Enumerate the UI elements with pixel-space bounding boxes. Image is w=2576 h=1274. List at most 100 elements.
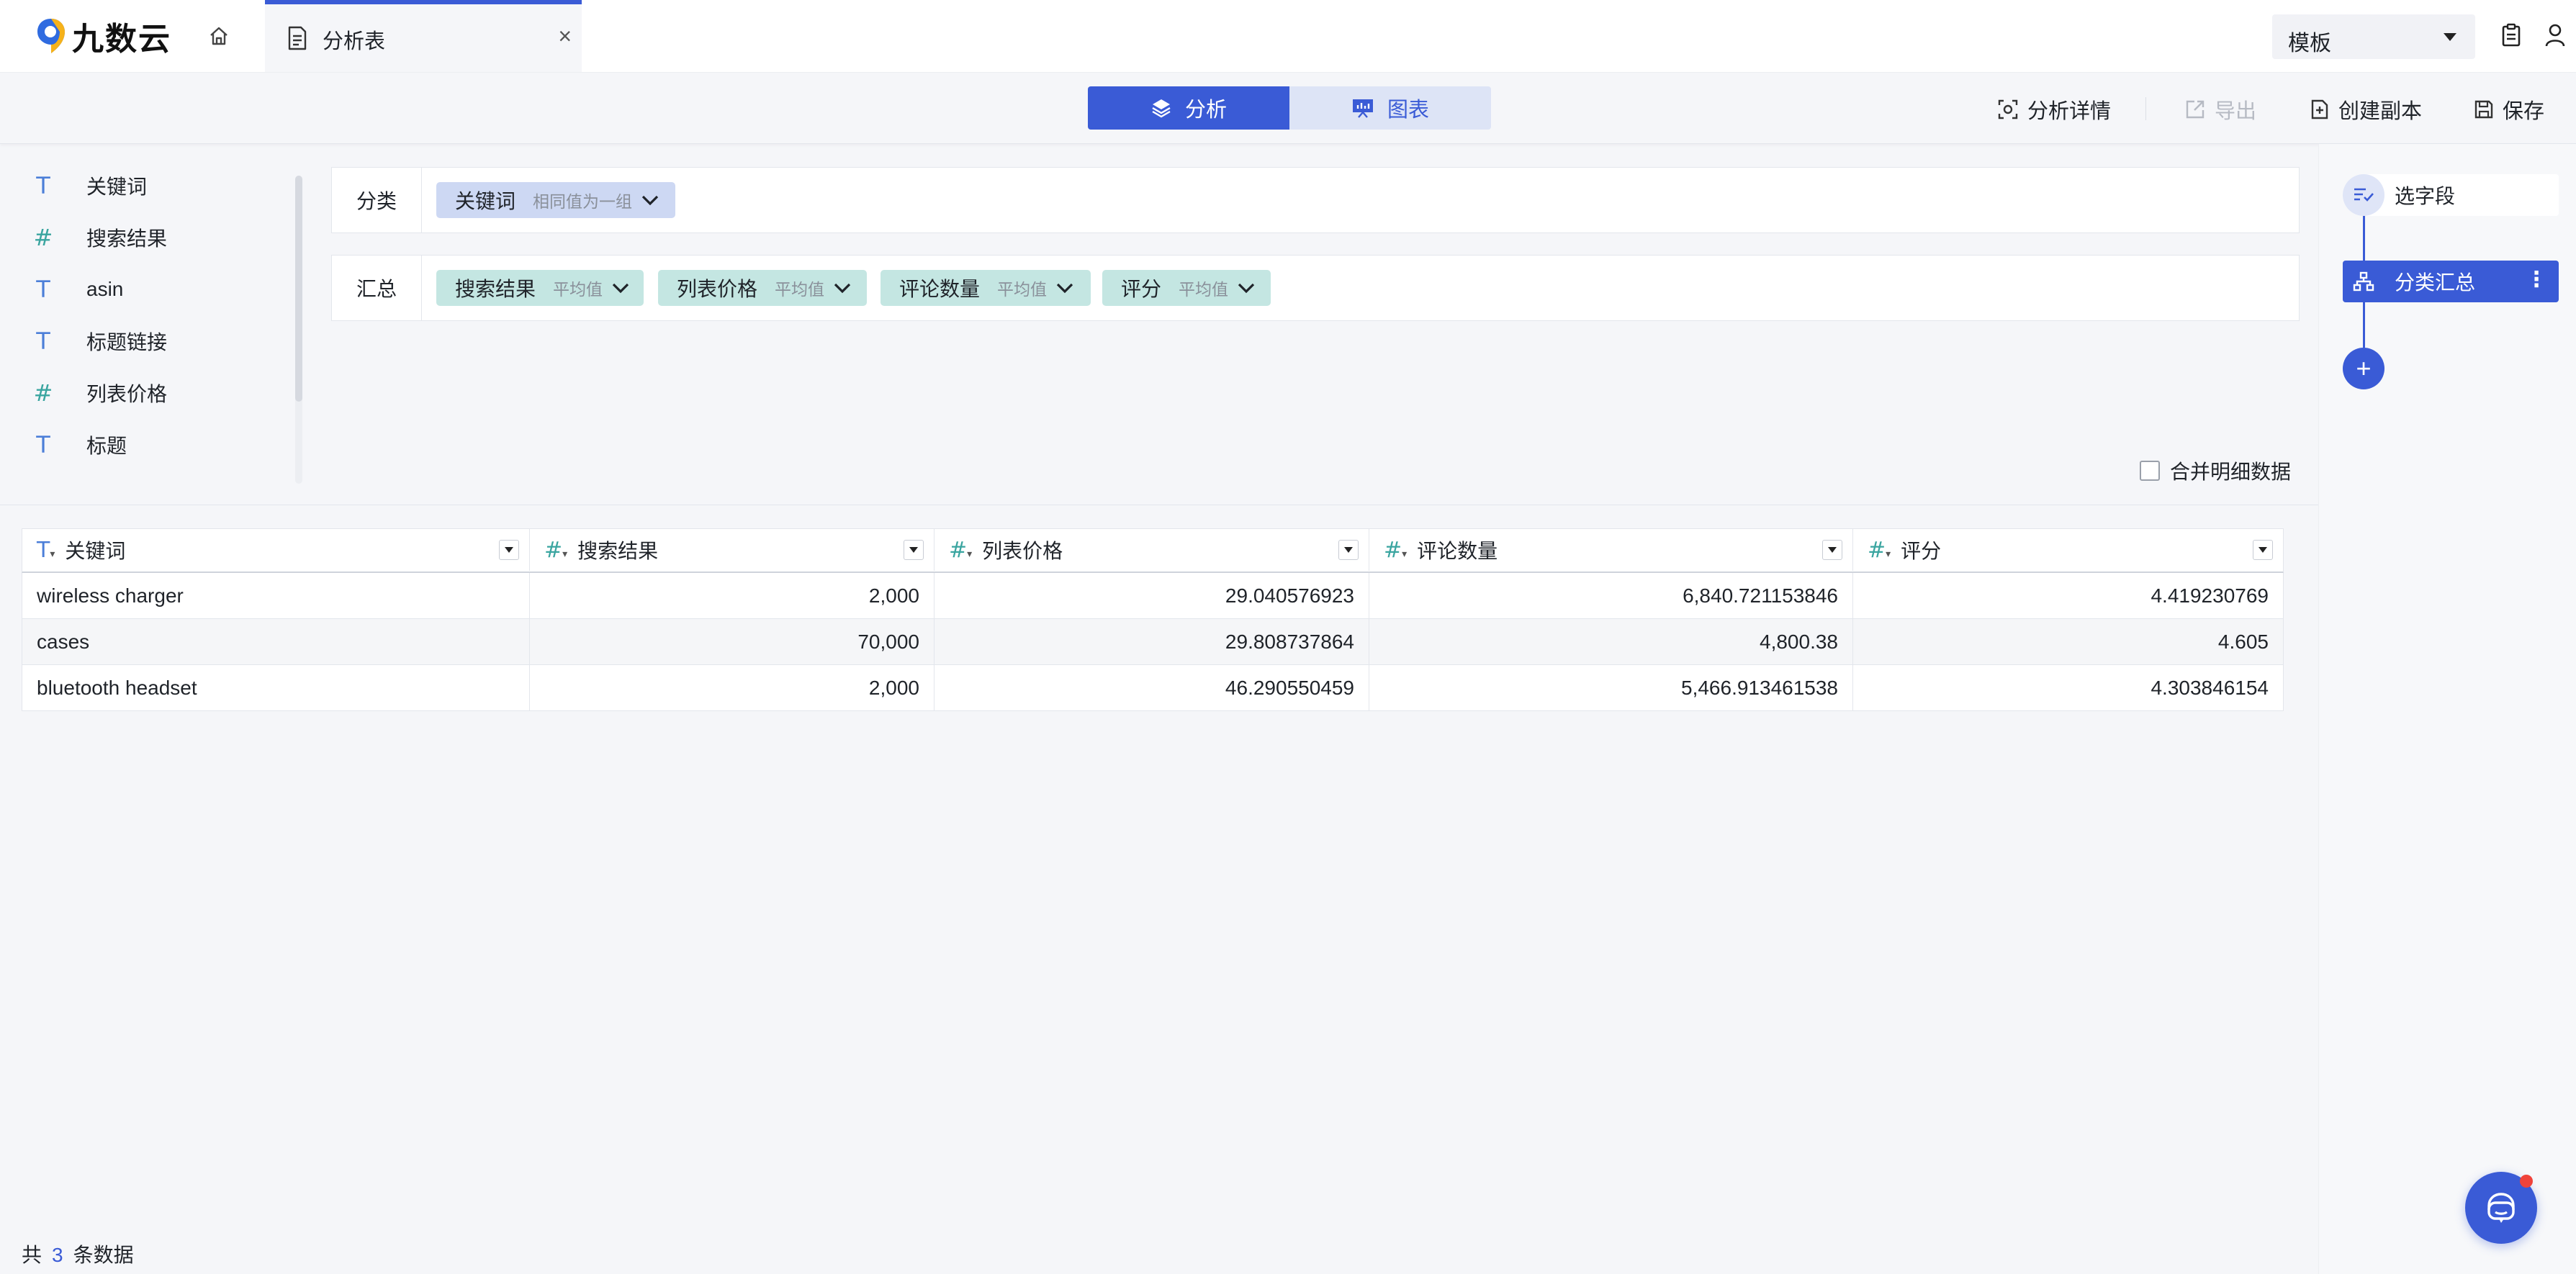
chip-aggregation: 相同值为一组	[533, 192, 633, 211]
chip-aggregation: 平均值	[553, 280, 603, 299]
clipboard-icon[interactable]	[2501, 23, 2521, 48]
table-cell: 2,000	[530, 573, 935, 618]
text-type-icon: T▾	[37, 537, 55, 563]
select-fields-icon	[2343, 174, 2384, 216]
field-name: 标题	[86, 435, 127, 457]
table-cell: 4,800.38	[1369, 619, 1853, 664]
more-vertical-icon[interactable]: ⋮	[2526, 269, 2547, 291]
summary-chip-rating[interactable]: 评分 平均值	[1102, 270, 1271, 306]
table-cell: 2,000	[530, 665, 935, 710]
summary-chip-list-price[interactable]: 列表价格 平均值	[658, 270, 867, 306]
field-list-scrollbar[interactable]	[295, 176, 302, 484]
number-type-icon: #	[33, 379, 53, 407]
field-item[interactable]: T 关键词	[22, 160, 288, 212]
table-row[interactable]: cases 70,000 29.808737864 4,800.38 4.605	[22, 619, 2284, 665]
table-row[interactable]: bluetooth headset 2,000 46.290550459 5,4…	[22, 665, 2284, 711]
pipeline-connector	[2363, 216, 2365, 261]
save-label: 保存	[2503, 100, 2545, 123]
analysis-mode-button[interactable]: 分析	[1088, 86, 1289, 130]
column-header[interactable]: #▾ 搜索结果	[530, 529, 935, 571]
create-copy-label: 创建副本	[2338, 100, 2423, 123]
field-name: asin	[86, 278, 124, 300]
table-cell: 29.040576923	[935, 573, 1369, 618]
text-type-icon: T	[36, 327, 50, 355]
create-copy-button[interactable]: 创建副本	[2310, 94, 2422, 125]
text-type-icon: T	[36, 431, 50, 458]
field-item[interactable]: T 标题链接	[22, 315, 288, 367]
chevron-down-icon[interactable]	[1055, 282, 1074, 294]
add-step-button[interactable]: +	[2343, 348, 2384, 389]
field-name: 关键词	[86, 176, 148, 198]
category-row[interactable]: 分类 关键词 相同值为一组	[331, 167, 2300, 233]
number-type-icon: #▾	[949, 537, 973, 563]
chevron-down-icon[interactable]	[611, 282, 630, 294]
field-item[interactable]: T 标题	[22, 419, 288, 471]
scan-icon	[1998, 99, 2018, 119]
summary-chip-review-count[interactable]: 评论数量 平均值	[881, 270, 1091, 306]
checkbox[interactable]	[2140, 461, 2160, 481]
column-header[interactable]: #▾ 评论数量	[1369, 529, 1853, 571]
column-menu-button[interactable]	[2253, 540, 2273, 560]
number-type-icon: #▾	[544, 537, 568, 563]
column-header[interactable]: #▾ 列表价格	[935, 529, 1369, 571]
mode-switch: 分析 图表	[1088, 86, 1491, 130]
step-label: 分类汇总	[2395, 271, 2476, 294]
merge-detail-checkbox[interactable]: 合并明细数据	[2140, 456, 2291, 485]
pipeline-panel	[2318, 144, 2576, 1274]
summary-chip-search-results[interactable]: 搜索结果 平均值	[436, 270, 644, 306]
chart-mode-button[interactable]: 图表	[1289, 86, 1491, 130]
field-item[interactable]: # 列表价格	[22, 367, 288, 419]
column-header[interactable]: T▾ 关键词	[22, 529, 530, 571]
text-type-icon: T	[36, 276, 50, 303]
category-chip-keyword[interactable]: 关键词 相同值为一组	[436, 182, 675, 218]
row-count-value: 3	[52, 1244, 63, 1266]
scrollbar-thumb[interactable]	[295, 176, 302, 402]
layers-icon	[1152, 99, 1171, 118]
template-dropdown[interactable]: 模板	[2272, 14, 2475, 59]
chevron-down-icon[interactable]	[641, 194, 659, 206]
table-cell: 70,000	[530, 619, 935, 664]
pipeline-step-group-summary[interactable]: 分类汇总 ⋮	[2343, 261, 2559, 302]
column-menu-button[interactable]	[904, 540, 924, 560]
notification-dot	[2520, 1175, 2533, 1188]
column-label: 评论数量	[1417, 540, 1498, 562]
toolbar-divider	[2145, 97, 2146, 120]
tab-close-button[interactable]: ×	[558, 23, 572, 50]
support-chat-button[interactable]	[2465, 1172, 2537, 1244]
chevron-down-icon[interactable]	[1237, 282, 1256, 294]
tab-analysis-sheet[interactable]: 分析表 ×	[265, 0, 582, 72]
analysis-details-button[interactable]: 分析详情	[1997, 94, 2111, 125]
column-menu-button[interactable]	[499, 540, 519, 560]
summary-row[interactable]: 汇总 搜索结果 平均值 列表价格 平均值 评论数量 平均值 评分 平均值	[331, 255, 2300, 321]
export-button[interactable]: 导出	[2184, 94, 2256, 125]
column-menu-button[interactable]	[1338, 540, 1359, 560]
number-type-icon: #▾	[1384, 537, 1408, 563]
user-icon[interactable]	[2544, 23, 2566, 48]
column-label: 搜索结果	[577, 540, 659, 562]
analysis-mode-label: 分析	[1184, 99, 1227, 122]
field-item[interactable]: # 搜索结果	[22, 212, 288, 263]
toolbar: 分析 图表 分析详情 导出 创建副本 保存	[0, 73, 2576, 144]
field-item[interactable]: T asin	[22, 263, 288, 315]
chip-name: 评分	[1121, 278, 1162, 300]
pipeline-step-select-fields[interactable]: 选字段	[2343, 174, 2559, 216]
chart-mode-label: 图表	[1387, 99, 1429, 122]
home-icon	[210, 27, 228, 45]
table-cell: wireless charger	[22, 573, 530, 618]
row-count: 共 3 条数据	[22, 1239, 134, 1268]
field-list: T 关键词 # 搜索结果 T asin T 标题链接 # 列表价格 T 标题	[22, 160, 288, 471]
row-count-prefix: 共	[22, 1244, 42, 1266]
save-button[interactable]: 保存	[2474, 94, 2544, 125]
column-header[interactable]: #▾ 评分	[1853, 529, 2283, 571]
app-logo[interactable]: 九数云	[35, 14, 171, 58]
summary-label: 汇总	[332, 256, 422, 320]
home-button[interactable]	[203, 20, 235, 52]
chip-aggregation: 平均值	[997, 280, 1048, 299]
headset-chat-icon	[2487, 1193, 2515, 1223]
pipeline-connector	[2363, 302, 2365, 348]
field-name: 搜索结果	[86, 227, 168, 250]
text-type-icon: T	[36, 172, 50, 199]
chevron-down-icon[interactable]	[833, 282, 852, 294]
table-row[interactable]: wireless charger 2,000 29.040576923 6,84…	[22, 573, 2284, 619]
column-menu-button[interactable]	[1822, 540, 1842, 560]
